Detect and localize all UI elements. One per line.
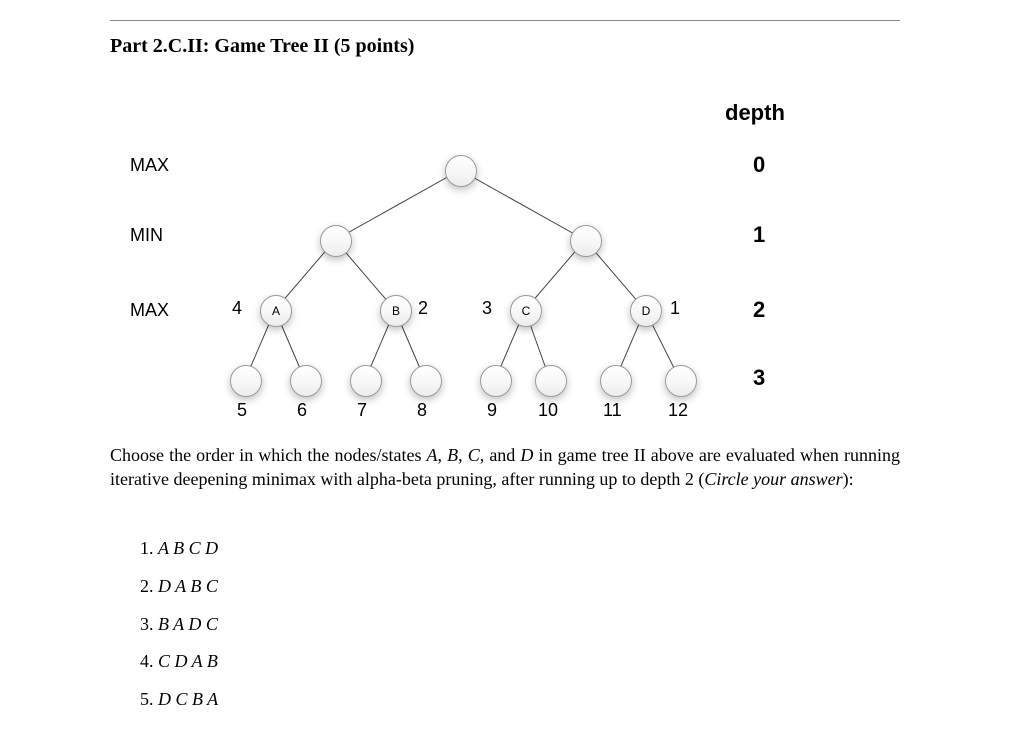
- choice-1-text: A B C D: [158, 538, 218, 558]
- value-D: 1: [670, 298, 680, 319]
- choice-5-text: D C B A: [158, 689, 218, 709]
- leaf-8-label: 8: [417, 400, 427, 421]
- choice-2: 2. D A B C: [140, 568, 218, 606]
- q-A: A: [427, 445, 438, 465]
- q-D: D: [520, 445, 533, 465]
- leaf-9-label: 9: [487, 400, 497, 421]
- choice-4: 4. C D A B: [140, 643, 218, 681]
- answer-choices: 1. A B C D 2. D A B C 3. B A D C 4. C D …: [140, 530, 218, 719]
- value-A: 4: [232, 298, 242, 319]
- q-B: B: [447, 445, 458, 465]
- q-C: C: [468, 445, 480, 465]
- game-tree: A B C D 4 2 3 1 5 6 7 8 9 10 11 12: [0, 0, 1015, 430]
- leaf-8-node: [410, 365, 442, 397]
- leaf-11-label: 11: [603, 400, 622, 421]
- tree-edges: [0, 0, 1015, 430]
- choice-4-num: 4.: [140, 651, 158, 671]
- choice-2-num: 2.: [140, 576, 158, 596]
- choice-3-text: B A D C: [158, 614, 218, 634]
- node-A: A: [260, 295, 292, 327]
- node-B: B: [380, 295, 412, 327]
- leaf-6-node: [290, 365, 322, 397]
- q-p1: Choose the order in which the nodes/stat…: [110, 445, 427, 465]
- min-left-node: [320, 225, 352, 257]
- choice-5-num: 5.: [140, 689, 158, 709]
- value-B: 2: [418, 298, 428, 319]
- leaf-7-node: [350, 365, 382, 397]
- leaf-5-label: 5: [237, 400, 247, 421]
- leaf-12-node: [665, 365, 697, 397]
- node-C-label: C: [522, 304, 531, 318]
- node-D-label: D: [642, 304, 651, 318]
- q-c2: ,: [458, 445, 468, 465]
- q-c1: ,: [438, 445, 448, 465]
- leaf-10-node: [535, 365, 567, 397]
- choice-2-text: D A B C: [158, 576, 218, 596]
- leaf-11-node: [600, 365, 632, 397]
- leaf-12-label: 12: [668, 400, 688, 421]
- node-D: D: [630, 295, 662, 327]
- q-p3: ):: [843, 469, 854, 489]
- q-c3: , and: [480, 445, 521, 465]
- choice-5: 5. D C B A: [140, 681, 218, 719]
- value-C: 3: [482, 298, 492, 319]
- choice-3-num: 3.: [140, 614, 158, 634]
- leaf-7-label: 7: [357, 400, 367, 421]
- node-B-label: B: [392, 304, 400, 318]
- leaf-6-label: 6: [297, 400, 307, 421]
- question-text: Choose the order in which the nodes/stat…: [110, 443, 900, 492]
- leaf-5-node: [230, 365, 262, 397]
- leaf-10-label: 10: [538, 400, 558, 421]
- choice-1: 1. A B C D: [140, 530, 218, 568]
- min-right-node: [570, 225, 602, 257]
- node-C: C: [510, 295, 542, 327]
- root-node: [445, 155, 477, 187]
- exam-page: Part 2.C.II: Game Tree II (5 points) dep…: [0, 0, 1015, 739]
- node-A-label: A: [272, 304, 280, 318]
- choice-4-text: C D A B: [158, 651, 218, 671]
- choice-3: 3. B A D C: [140, 606, 218, 644]
- q-italic: Circle your answer: [704, 469, 842, 489]
- choice-1-num: 1.: [140, 538, 158, 558]
- leaf-9-node: [480, 365, 512, 397]
